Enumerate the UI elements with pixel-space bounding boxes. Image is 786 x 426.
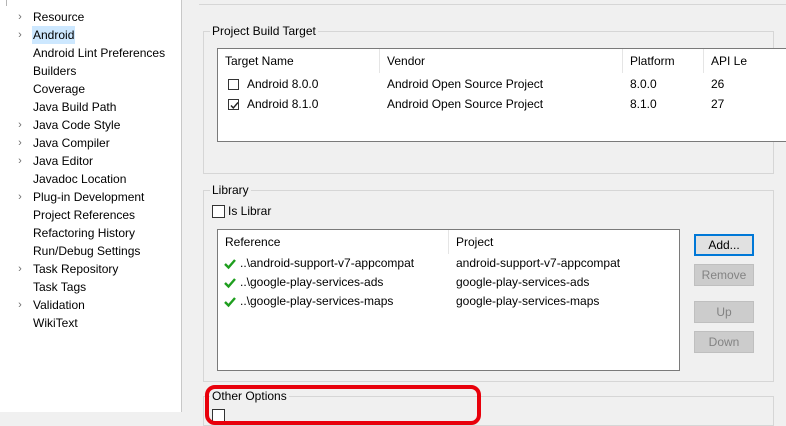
table-row[interactable]: ..\google-play-services-maps google-play… [218,292,679,311]
chevron-right-icon[interactable]: › [15,260,25,278]
is-library-checkbox[interactable] [212,205,225,218]
tree-item[interactable]: WikiText [0,314,180,332]
chevron-right-icon[interactable]: › [15,134,25,152]
is-library-label: Is Librar [228,204,272,218]
target-name: Android 8.0.0 [247,77,319,91]
tree-item[interactable]: › Validation [0,296,180,314]
tree-top-line [6,0,7,6]
target-api: 27 [711,97,725,111]
chevron-right-icon[interactable]: › [15,8,25,26]
tree-item[interactable]: Coverage [0,80,180,98]
table-row[interactable]: Android 8.1.0 Android Open Source Projec… [218,94,764,114]
chevron-right-icon[interactable]: › [15,188,25,206]
down-button[interactable]: Down [694,331,754,353]
chevron-right-icon[interactable]: › [15,26,25,44]
library-reference: ..\google-play-services-ads [240,275,384,289]
tree-item[interactable]: Refactoring History [0,224,180,242]
tree-item-label: Resource [33,10,85,24]
up-button[interactable]: Up [694,301,754,323]
library-project: google-play-services-maps [456,294,600,308]
tree-item[interactable]: Builders [0,62,180,80]
tree-item[interactable]: › Resource [0,8,180,26]
tree-item[interactable]: Project References [0,206,180,224]
target-name: Android 8.1.0 [247,97,319,111]
column-target-name[interactable]: Target Name [218,49,380,73]
table-row[interactable]: Android 8.0.0 Android Open Source Projec… [218,74,764,94]
tree-item[interactable]: Android Lint Preferences [0,44,180,62]
library-title: Library [210,182,251,198]
properties-page: Project Build Target Target Name Vendor … [183,0,786,426]
chevron-right-icon[interactable]: › [15,116,25,134]
library-table[interactable]: Reference Project ..\android-support-v7-… [217,229,680,371]
tree-item[interactable]: › Android [0,26,180,44]
column-vendor[interactable]: Vendor [380,49,623,73]
column-platform[interactable]: Platform [623,49,704,73]
tree-item[interactable]: › Java Editor [0,152,180,170]
tree-item[interactable]: › Java Compiler [0,134,180,152]
target-checkbox[interactable] [228,79,239,90]
red-highlight-box [205,385,481,425]
tree-item-label: Task Tags [33,280,87,294]
target-platform: 8.1.0 [630,97,657,111]
ok-check-icon [224,259,236,270]
ok-check-icon [224,278,236,289]
tree-item-label: Javadoc Location [33,172,127,186]
tree-item-label: Java Code Style [33,118,121,132]
tree-item-label: Refactoring History [33,226,136,240]
properties-tree: › Resource › Android Android Lint Preference… [0,0,182,412]
tree-item-label: Validation [33,298,85,312]
column-reference[interactable]: Reference [218,230,449,254]
tree-item-label: Builders [33,64,77,78]
library-reference: ..\google-play-services-maps [240,294,394,308]
tree-item-label: Java Build Path [33,100,117,114]
tree-item-label: Android Lint Preferences [33,46,166,60]
tree-item-label: Run/Debug Settings [33,244,141,258]
tree-item[interactable]: Run/Debug Settings [0,242,180,260]
tree-item-label: Task Repository [33,262,119,276]
tree-item[interactable]: Javadoc Location [0,170,180,188]
tree-item[interactable]: Java Build Path [0,98,180,116]
tree-item[interactable]: › Plug-in Development [0,188,180,206]
tree-item-label: Android [32,26,76,44]
library-project: google-play-services-ads [456,275,590,289]
tree-item-label: WikiText [33,316,78,330]
target-checkbox-checked[interactable] [228,99,239,110]
library-reference: ..\android-support-v7-appcompat [240,256,415,270]
remove-library-button[interactable]: Remove [694,264,754,286]
build-target-table[interactable]: Target Name Vendor Platform API Le Andro… [217,48,786,142]
add-library-button[interactable]: Add... [694,234,754,256]
tree-item[interactable]: Task Tags [0,278,180,296]
target-platform: 8.0.0 [630,77,657,91]
build-target-title: Project Build Target [210,23,318,39]
chevron-right-icon[interactable]: › [15,152,25,170]
library-project: android-support-v7-appcompat [456,256,621,270]
target-api: 26 [711,77,725,91]
library-group: Library Is Librar Reference Project ..\a… [203,182,774,382]
tree-item-label: Java Compiler [33,136,110,150]
tree-item[interactable]: › Java Code Style [0,116,180,134]
tree-item-label: Java Editor [33,154,94,168]
tree-item-label: Coverage [33,82,86,96]
tree-item-label: Project References [33,208,136,222]
target-vendor: Android Open Source Project [387,77,544,91]
checkmark-icon [230,102,239,110]
target-vendor: Android Open Source Project [387,97,544,111]
table-row[interactable]: ..\android-support-v7-appcompat android-… [218,254,679,273]
column-project[interactable]: Project [449,230,679,254]
table-row[interactable]: ..\google-play-services-ads google-play-… [218,273,679,292]
tree-item-label: Plug-in Development [33,190,145,204]
column-api-level[interactable]: API Le [704,49,764,73]
top-divider [199,0,786,5]
ok-check-icon [224,297,236,308]
tree-item[interactable]: › Task Repository [0,260,180,278]
chevron-right-icon[interactable]: › [15,296,25,314]
build-target-group: Project Build Target Target Name Vendor … [203,23,786,174]
